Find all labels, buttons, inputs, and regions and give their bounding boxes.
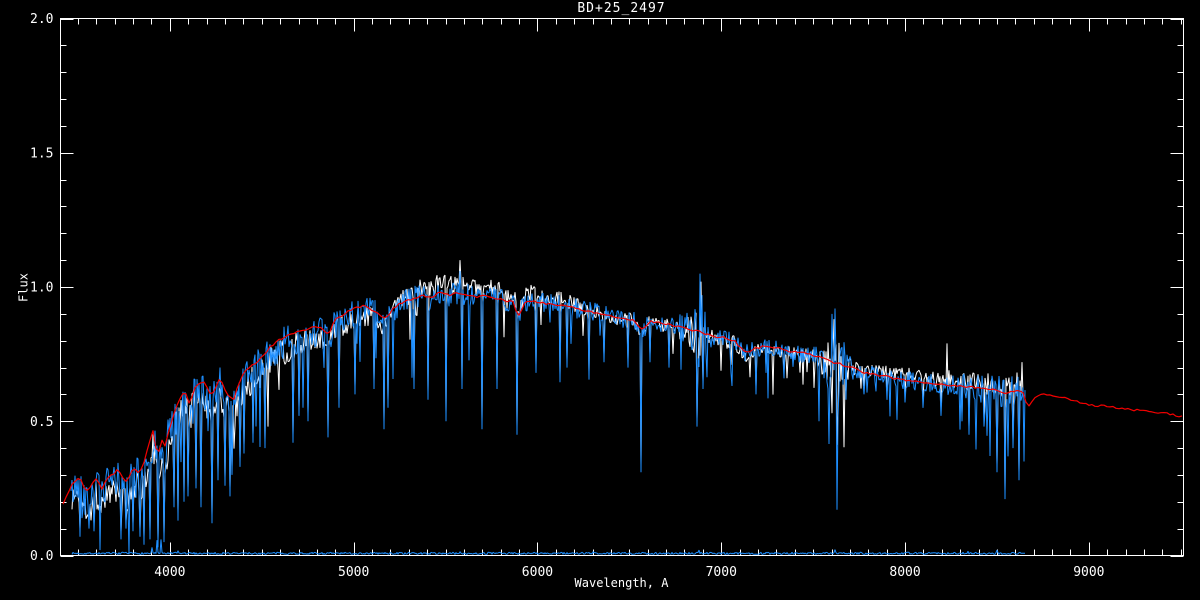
y-tick-label: 0.5 [30, 415, 53, 430]
series-observed-spectrum-blue [70, 270, 1026, 555]
y-axis-label: Flux [16, 273, 31, 302]
plot-canvas: 4000 5000 6000 7000 8000 90000.00.51.01.52.0 [30, 12, 1184, 580]
spectrum-chart: 4000 5000 6000 7000 8000 9000 0.0 0.5 1.0 1.5 2.0 … [0, 0, 1200, 600]
y-tick-label: 1.5 [30, 146, 53, 161]
y-tick-label: 0.0 [30, 549, 53, 564]
y-tick-label: 2.0 [30, 12, 53, 27]
x-axis-label: Wavelength, A [574, 576, 669, 590]
axis-ticks [60, 18, 1184, 557]
y-tick-label: 1.0 [30, 281, 53, 296]
plot-title: BD+25_2497 [577, 1, 666, 16]
series-error-spectrum-blue [71, 539, 1026, 555]
axis-frame [60, 18, 1184, 556]
